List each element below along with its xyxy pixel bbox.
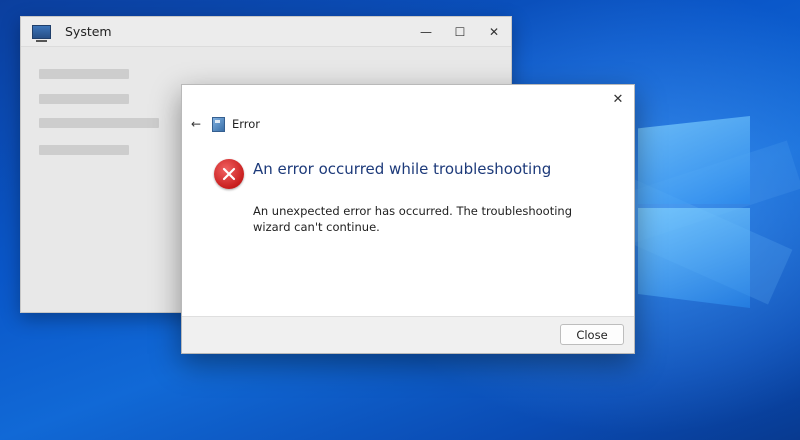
maximize-button[interactable]: ☐: [443, 17, 477, 46]
error-headline: An error occurred while troubleshooting: [253, 160, 552, 178]
monitor-icon: [32, 24, 51, 42]
maximize-icon: ☐: [454, 24, 466, 39]
error-x-glyph: [222, 167, 236, 181]
windows-logo-pane-bottom: [638, 208, 750, 308]
placeholder-line: [39, 94, 129, 104]
close-icon: ✕: [488, 24, 500, 39]
close-window-button[interactable]: ✕: [477, 17, 511, 46]
desktop: System — ☐ ✕ ✕ ← Error An error occurred…: [0, 0, 800, 440]
minimize-button[interactable]: —: [409, 17, 443, 46]
system-window-title: System: [65, 24, 112, 39]
close-icon: ✕: [612, 91, 624, 107]
windows-logo-pane-top: [638, 116, 750, 204]
system-window-titlebar[interactable]: System — ☐ ✕: [21, 17, 511, 47]
close-button[interactable]: Close: [560, 324, 624, 345]
dialog-header: ← Error: [188, 115, 260, 133]
back-arrow-icon: ←: [190, 117, 202, 131]
placeholder-line: [39, 145, 129, 155]
dialog-header-title: Error: [232, 117, 261, 131]
window-controls: — ☐ ✕: [409, 17, 511, 46]
minimize-icon: —: [420, 24, 432, 39]
troubleshooter-icon: [212, 116, 225, 132]
back-button[interactable]: ←: [188, 116, 204, 132]
placeholder-line: [39, 118, 159, 128]
dialog-close-button[interactable]: ✕: [608, 89, 628, 109]
dialog-footer: Close: [182, 316, 634, 353]
error-dialog[interactable]: ✕ ← Error An error occurred while troubl…: [181, 84, 635, 354]
error-x-icon: [214, 159, 244, 189]
error-message: An unexpected error has occurred. The tr…: [253, 204, 573, 234]
placeholder-line: [39, 69, 129, 79]
